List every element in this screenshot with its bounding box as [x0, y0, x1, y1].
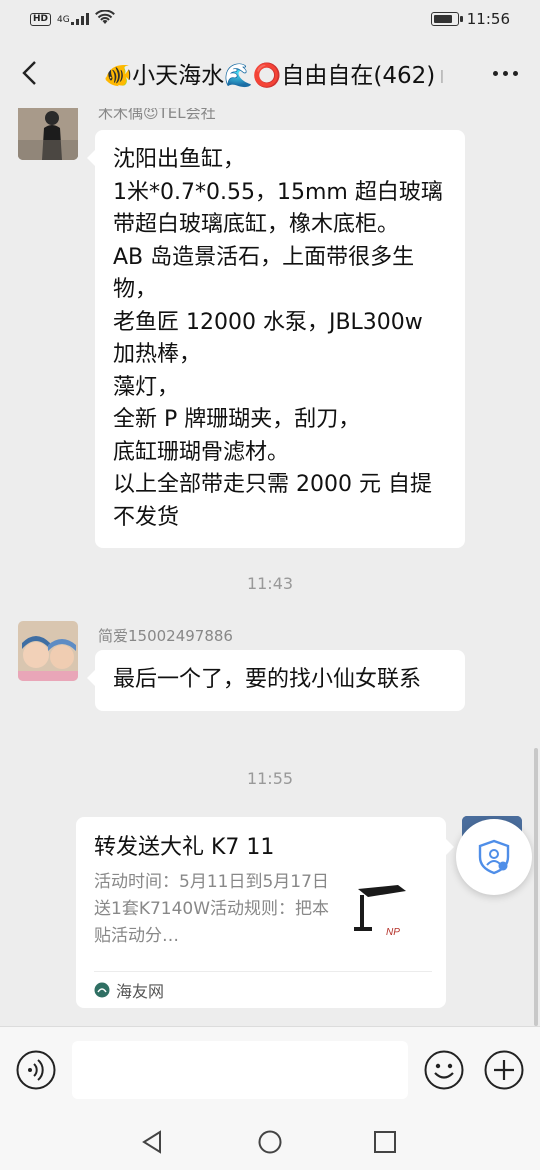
clock: 11:56: [466, 10, 510, 28]
avatar[interactable]: [18, 108, 78, 160]
system-nav-bar: [0, 1112, 540, 1170]
signal-icon: 4G: [57, 13, 89, 25]
floating-guard-button[interactable]: [456, 819, 532, 895]
hd-badge: HD: [30, 12, 52, 26]
chat-title-overflow: I: [439, 67, 445, 88]
battery-icon: [430, 12, 463, 26]
more-dot-icon: [502, 70, 508, 76]
wifi-icon: [94, 9, 115, 29]
back-button[interactable]: [0, 38, 60, 108]
avatar[interactable]: [18, 621, 78, 681]
source-logo-icon: [94, 982, 110, 998]
share-card-source[interactable]: 海友网: [94, 971, 432, 1008]
input-bar: [0, 1026, 540, 1112]
plus-icon: [484, 1050, 524, 1090]
chat-title: 🐠小天海水🌊⭕自由自在(462) I: [60, 56, 470, 90]
timestamp: 11:55: [246, 769, 294, 788]
more-button[interactable]: [470, 38, 540, 108]
title-bar: 🐠小天海水🌊⭕自由自在(462) I: [0, 38, 540, 108]
sender-name: 简爱15002497886: [98, 627, 233, 645]
voice-icon: [16, 1050, 56, 1090]
network-type: 4G: [57, 15, 70, 25]
nav-recent-button[interactable]: [373, 1130, 397, 1154]
share-card-thumbnail: NP: [346, 877, 416, 947]
thumb-logo: NP: [386, 927, 400, 938]
chevron-left-icon: [22, 61, 36, 85]
message-input[interactable]: [72, 1041, 408, 1099]
triangle-back-icon: [142, 1130, 161, 1154]
sender-name: 木木偶😈TEL会社: [98, 108, 216, 122]
emoji-button[interactable]: [424, 1050, 464, 1090]
chat-area[interactable]: 木木偶😈TEL会社 沈阳出鱼缸， 1米*0.7*0.55，15mm 超白玻璃带超…: [0, 108, 540, 1026]
more-dot-icon: [512, 70, 518, 76]
timestamp: 11:43: [246, 574, 294, 593]
message-bubble[interactable]: 最后一个了，要的找小仙女联系: [87, 650, 465, 711]
share-card[interactable]: 转发送大礼 K7 11 活动时间：5月11日到5月17日送1套K7140W活动规…: [76, 817, 454, 1008]
share-card-title: 转发送大礼 K7 11: [94, 835, 275, 860]
share-card-source-name: 海友网: [116, 982, 165, 1001]
message-bubble[interactable]: 沈阳出鱼缸， 1米*0.7*0.55，15mm 超白玻璃带超白玻璃底缸，橡木底柜…: [87, 130, 465, 548]
nav-back-button[interactable]: [140, 1129, 166, 1155]
square-recent-icon: [374, 1131, 396, 1153]
more-dot-icon: [492, 70, 498, 76]
shield-user-icon: [478, 839, 510, 875]
circle-home-icon: [258, 1130, 282, 1154]
more-actions-button[interactable]: [484, 1050, 524, 1090]
nav-home-button[interactable]: [257, 1129, 283, 1155]
chat-title-text: 🐠小天海水🌊⭕自由自在(462): [103, 63, 436, 89]
voice-button[interactable]: [16, 1050, 56, 1090]
status-bar: HD 4G 11:56: [0, 0, 540, 38]
scrollbar[interactable]: [534, 748, 538, 1026]
smiley-icon: [424, 1050, 464, 1090]
share-card-description: 活动时间：5月11日到5月17日送1套K7140W活动规则：把本贴活动分…: [94, 872, 330, 946]
